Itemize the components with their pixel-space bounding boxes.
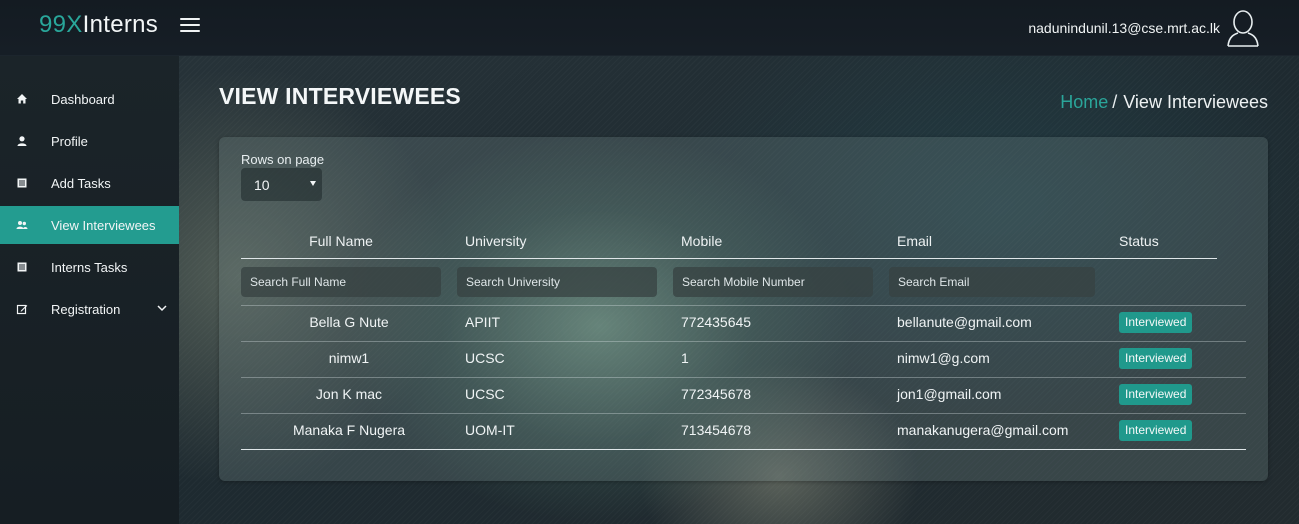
cell-mobile: 772435645 [681, 314, 752, 330]
status-badge: Interviewed [1119, 420, 1193, 441]
search-mobile-placeholder: Search Mobile Number [682, 275, 805, 289]
brand-accent: 99X [39, 11, 83, 38]
sidebar-item-label: Interns Tasks [51, 260, 128, 275]
sidebar-item-label: Registration [51, 302, 121, 317]
search-mobile-input[interactable]: Search Mobile Number [673, 267, 873, 297]
table-row[interactable]: Manaka F Nugera UOM-IT 713454678 manakan… [241, 413, 1246, 448]
brand-name: Interns [82, 11, 159, 38]
cell-university: APIIT [465, 314, 501, 330]
cell-email: bellanute@gmail.com [897, 314, 1032, 330]
list-icon [17, 178, 27, 188]
sidebar-item-view-interviewees[interactable]: View Interviewees [0, 206, 179, 244]
breadcrumb-separator: / [1112, 92, 1118, 112]
sidebar-item-profile[interactable]: Profile [0, 122, 179, 160]
column-header-full-name[interactable]: Full Name [241, 233, 441, 249]
list-icon [17, 262, 27, 272]
user-avatar-icon[interactable] [1225, 8, 1261, 48]
top-navbar: 99XInterns nadunindunil.13@cse.mrt.ac.lk [0, 0, 1299, 56]
sidebar-item-label: Dashboard [51, 92, 115, 107]
cell-full-name: Jon K mac [315, 386, 383, 402]
chevron-down-icon[interactable] [157, 303, 167, 313]
column-header-status[interactable]: Status [1119, 233, 1159, 249]
sidebar-item-add-tasks[interactable]: Add Tasks [0, 164, 179, 202]
column-header-mobile[interactable]: Mobile [681, 233, 722, 249]
cell-email: manakanugera@gmail.com [897, 422, 1069, 438]
interviewees-table-card: Rows on page 10 Full Name University Mob… [219, 137, 1268, 481]
brand-logo[interactable]: 99XInterns [39, 11, 158, 39]
cell-email: nimw1@g.com [897, 350, 990, 366]
page-title: VIEW INTERVIEWEES [219, 83, 461, 109]
breadcrumb-home-link[interactable]: Home [1060, 92, 1108, 112]
rows-per-page-select[interactable]: 10 [241, 168, 322, 201]
dropdown-arrow-icon [310, 181, 316, 186]
search-university-placeholder: Search University [466, 275, 561, 289]
search-email-placeholder: Search Email [898, 275, 970, 289]
header-divider [241, 258, 1217, 259]
table-bottom-divider [241, 449, 1246, 450]
table-row[interactable]: Jon K mac UCSC 772345678 jon1@gmail.com … [241, 377, 1246, 412]
breadcrumb-current: View Interviewees [1123, 92, 1268, 112]
status-badge: Interviewed [1119, 384, 1193, 405]
sidebar-item-registration[interactable]: Registration [0, 290, 179, 328]
column-header-email[interactable]: Email [897, 233, 932, 249]
main-content: VIEW INTERVIEWEES Home / View Interviewees… [179, 56, 1299, 524]
sidebar-item-label: Profile [51, 134, 88, 149]
cell-full-name: nimw1 [328, 350, 370, 366]
users-icon [16, 221, 28, 229]
search-full-name-placeholder: Search Full Name [250, 275, 347, 289]
rows-per-page-label: Rows on page [241, 152, 325, 167]
cell-university: UOM-IT [465, 422, 515, 438]
cell-university: UCSC [465, 350, 505, 366]
search-email-input[interactable]: Search Email [889, 267, 1095, 297]
cell-university: UCSC [465, 386, 505, 402]
home-icon [17, 94, 27, 104]
sidebar-item-label: View Interviewees [51, 218, 156, 233]
cell-mobile: 772345678 [681, 386, 752, 402]
sidebar: Dashboard Profile Add Tasks View Intervi… [0, 56, 179, 524]
cell-mobile: 713454678 [681, 422, 752, 438]
user-icon [17, 136, 27, 146]
rows-per-page-value: 10 [254, 177, 270, 193]
sidebar-item-label: Add Tasks [51, 176, 111, 191]
table-row[interactable]: Bella G Nute APIIT 772435645 bellanute@g… [241, 305, 1246, 340]
breadcrumb: Home / View Interviewees [1060, 92, 1268, 113]
user-email[interactable]: nadunindunil.13@cse.mrt.ac.lk [1028, 20, 1220, 36]
cell-full-name: Bella G Nute [309, 314, 389, 330]
search-university-input[interactable]: Search University [457, 267, 657, 297]
sidebar-item-interns-tasks[interactable]: Interns Tasks [0, 248, 179, 286]
cell-mobile: 1 [681, 350, 689, 366]
menu-toggle-icon[interactable] [180, 17, 200, 33]
search-full-name-input[interactable]: Search Full Name [241, 267, 441, 297]
table-row[interactable]: nimw1 UCSC 1 nimw1@g.com Interviewed [241, 341, 1246, 376]
cell-email: jon1@gmail.com [897, 386, 1002, 402]
edit-icon [16, 304, 28, 315]
status-badge: Interviewed [1119, 312, 1193, 333]
status-badge: Interviewed [1119, 348, 1193, 369]
cell-full-name: Manaka F Nugera [292, 422, 406, 438]
sidebar-item-dashboard[interactable]: Dashboard [0, 80, 179, 118]
column-header-university[interactable]: University [465, 233, 526, 249]
